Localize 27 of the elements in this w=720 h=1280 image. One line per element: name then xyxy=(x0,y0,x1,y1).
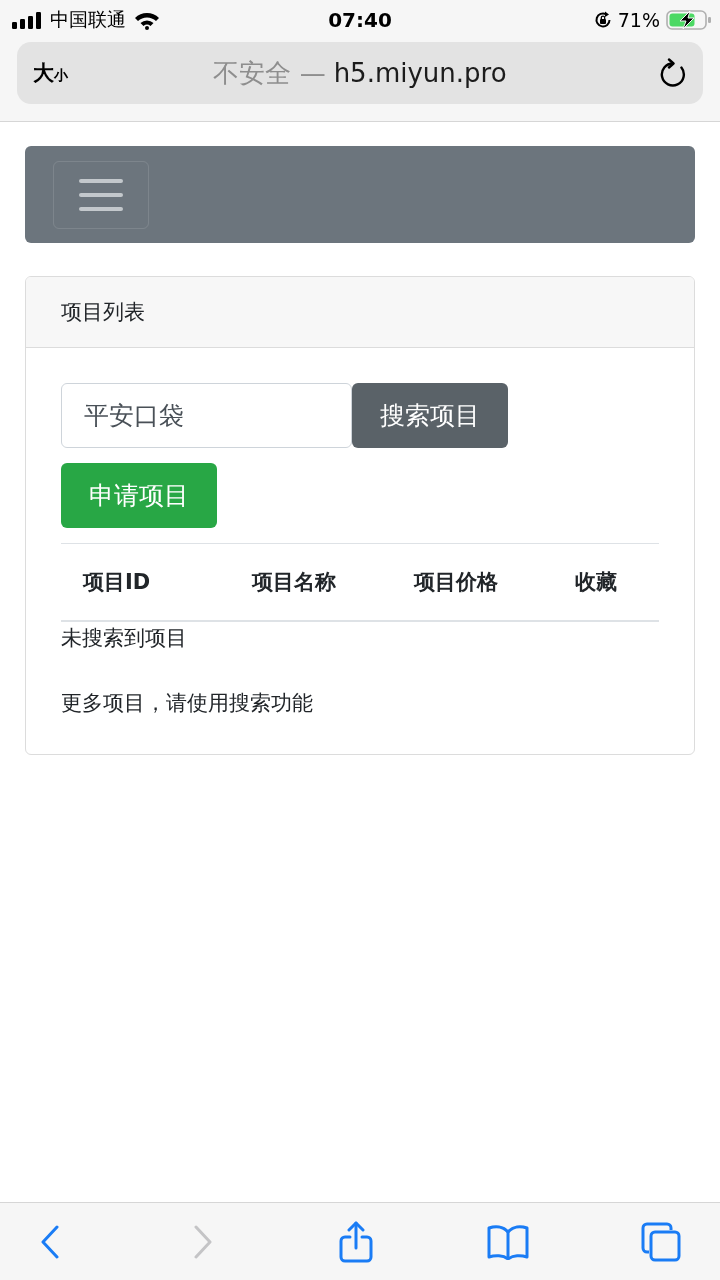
clock-time: 07:40 xyxy=(328,8,392,32)
rotation-lock-icon xyxy=(593,11,612,29)
security-label: 不安全 — xyxy=(213,56,326,90)
carrier-name: 中国联通 xyxy=(50,7,126,32)
search-hint: 更多项目，请使用搜索功能 xyxy=(61,691,313,715)
column-header: 收藏 xyxy=(574,569,618,596)
reload-button[interactable] xyxy=(659,58,687,88)
chevron-right-icon xyxy=(192,1224,213,1259)
column-header: 项目名称 xyxy=(250,569,337,596)
wifi-icon xyxy=(134,10,160,30)
menu-icon xyxy=(79,178,123,211)
url-domain[interactable]: h5.miyun.pro xyxy=(333,57,507,88)
menu-toggle-button[interactable] xyxy=(53,160,149,229)
reload-icon xyxy=(659,58,687,88)
empty-message: 未搜索到项目 xyxy=(61,626,187,650)
battery-percentage: 71% xyxy=(617,9,660,31)
column-header: 项目价格 xyxy=(412,569,499,596)
signal-icon xyxy=(12,11,42,29)
share-icon xyxy=(338,1220,373,1263)
squares-icon xyxy=(641,1221,681,1262)
book-icon xyxy=(487,1223,530,1260)
card-title: 项目列表 xyxy=(61,299,145,326)
chevron-left-icon xyxy=(40,1224,60,1259)
column-header: 项目ID xyxy=(81,569,152,596)
search-button[interactable]: 搜索项目 xyxy=(352,383,508,448)
search-field[interactable]: 平安口袋 xyxy=(61,383,352,448)
text-size-button[interactable]: 大小 xyxy=(29,57,72,89)
